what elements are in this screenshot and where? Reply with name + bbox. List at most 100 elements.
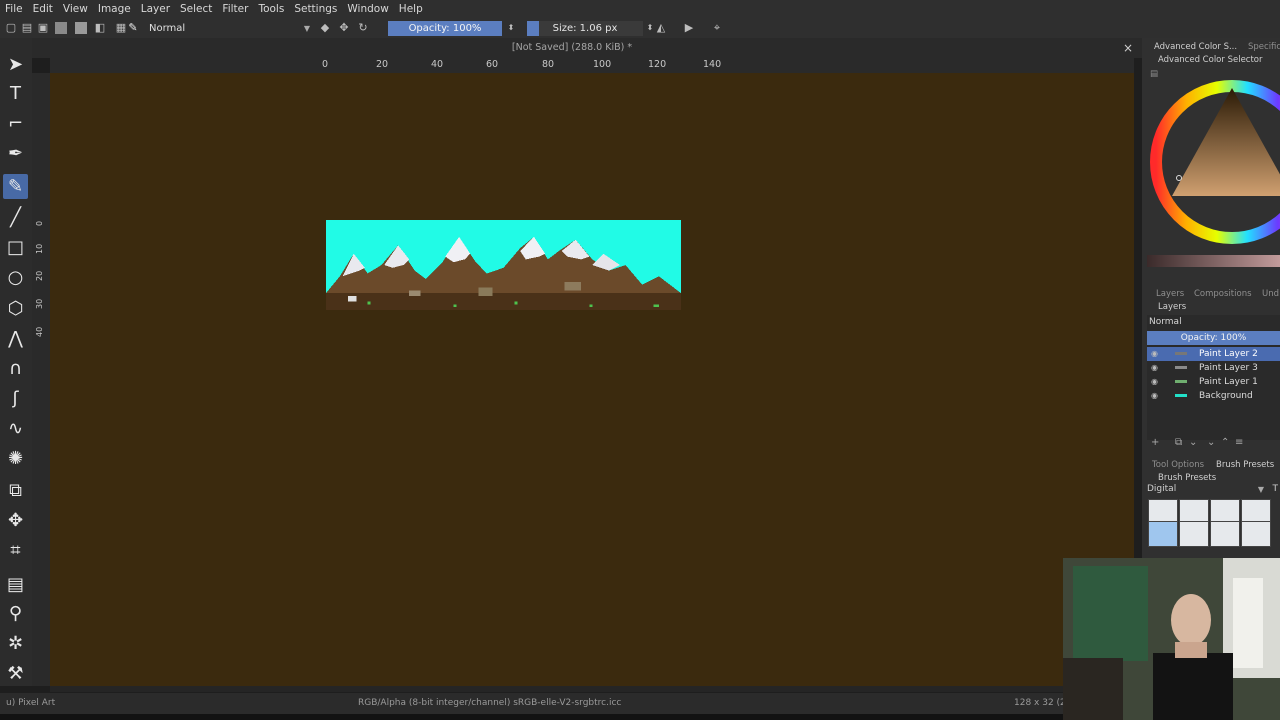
layer-row-paint-layer-3[interactable]: ◉ Paint Layer 3 bbox=[1147, 361, 1280, 375]
color-wheel[interactable] bbox=[1146, 70, 1280, 250]
close-icon[interactable]: × bbox=[1120, 40, 1136, 56]
edit-shapes-tool-icon[interactable]: ⌐ bbox=[3, 111, 28, 136]
layer-thumbnail bbox=[1175, 380, 1187, 383]
rectangle-tool-icon[interactable]: □ bbox=[3, 235, 28, 260]
eye-icon[interactable]: ◉ bbox=[1151, 375, 1158, 389]
crop-tool-icon[interactable]: ⌗ bbox=[3, 538, 28, 563]
polygon-tool-icon[interactable]: ⬡ bbox=[3, 296, 28, 321]
layer-name: Paint Layer 2 bbox=[1199, 349, 1258, 359]
canvas-area[interactable] bbox=[50, 73, 1134, 686]
tab-layers[interactable]: Layers bbox=[1156, 289, 1184, 299]
text-tool-icon[interactable]: T bbox=[3, 81, 28, 106]
layer-opacity-slider[interactable]: Opacity: 100% bbox=[1147, 331, 1280, 345]
ruler-tick-label: 80 bbox=[542, 59, 555, 70]
menu-tools[interactable]: Tools bbox=[253, 0, 289, 19]
freehand-brush-tool-icon[interactable]: ✎ bbox=[3, 174, 28, 199]
add-layer-icon[interactable]: + bbox=[1151, 437, 1159, 448]
move-layer-up-icon[interactable]: ⌃ bbox=[1221, 437, 1229, 448]
layers-panel-title: Layers bbox=[1158, 302, 1187, 312]
tab-advanced-color-selector[interactable]: Advanced Color S... bbox=[1154, 42, 1237, 52]
eye-icon[interactable]: ◉ bbox=[1151, 361, 1158, 375]
menu-select[interactable]: Select bbox=[175, 0, 217, 19]
layer-menu-icon[interactable]: ≡ bbox=[1235, 437, 1243, 448]
menu-image[interactable]: Image bbox=[93, 0, 136, 19]
opacity-slider[interactable]: Opacity: 100% bbox=[388, 21, 502, 36]
layer-row-background[interactable]: ◉ Background bbox=[1147, 389, 1280, 403]
brush-size-slider[interactable]: Size: 1.06 px bbox=[527, 21, 643, 36]
brush-tag-filter[interactable]: T bbox=[1273, 483, 1279, 496]
polyline-tool-icon[interactable]: ⋀ bbox=[3, 326, 28, 351]
line-tool-icon[interactable]: ╱ bbox=[3, 205, 28, 230]
ruler-tick-label: 60 bbox=[486, 59, 499, 70]
pattern-swatch-icon[interactable] bbox=[75, 22, 87, 34]
calligraphy-tool-icon[interactable]: ✒ bbox=[3, 141, 28, 166]
fg-bg-color-icon[interactable]: ◧ bbox=[93, 21, 107, 35]
menu-bar: File Edit View Image Layer Select Filter… bbox=[0, 0, 1280, 19]
dynamic-brush-tool-icon[interactable]: ∿ bbox=[3, 416, 28, 441]
menu-edit[interactable]: Edit bbox=[28, 0, 58, 19]
ruler-tick-label: 10 bbox=[35, 243, 44, 254]
status-image-size: 128 x 32 (2 bbox=[1014, 698, 1066, 708]
chevron-down-icon: ▼ bbox=[303, 24, 310, 33]
tab-tool-options[interactable]: Tool Options bbox=[1152, 460, 1204, 470]
eye-icon[interactable]: ◉ bbox=[1151, 347, 1158, 361]
webcam-overlay bbox=[1063, 558, 1280, 720]
transform-tool-icon[interactable]: ⧉ bbox=[3, 478, 28, 503]
menu-window[interactable]: Window bbox=[342, 0, 393, 19]
wrap-around-icon[interactable]: ⌖ bbox=[710, 21, 724, 35]
select-shapes-tool-icon[interactable]: ➤ bbox=[3, 52, 28, 77]
brush-preset-thumbnail[interactable] bbox=[1241, 521, 1271, 547]
brush-preset-thumbnail[interactable] bbox=[1179, 521, 1209, 547]
horizontal-ruler: 0 20 40 60 80 100 120 140 bbox=[50, 58, 1134, 73]
ellipse-tool-icon[interactable]: ○ bbox=[3, 265, 28, 290]
multibrush-tool-icon[interactable]: ✺ bbox=[3, 446, 28, 471]
menu-settings[interactable]: Settings bbox=[289, 0, 342, 19]
mirror-horizontal-icon[interactable]: ◭ bbox=[654, 21, 668, 35]
duplicate-layer-icon[interactable]: ⧉ bbox=[1175, 437, 1182, 448]
layer-buttons: + ⧉ ⌄ ⌄ ⌃ ≡ bbox=[1147, 437, 1280, 451]
brush-size-value: Size: 1.06 px bbox=[552, 23, 618, 34]
status-brush-name[interactable]: u) Pixel Art bbox=[6, 693, 55, 714]
eye-icon[interactable]: ◉ bbox=[1151, 389, 1158, 403]
preserve-alpha-icon[interactable]: ✥ bbox=[337, 21, 351, 35]
brush-preset-thumbnail[interactable] bbox=[1210, 521, 1240, 547]
new-document-icon[interactable]: ▢ bbox=[4, 21, 18, 35]
measure-tool-icon[interactable]: ⚒ bbox=[3, 661, 28, 686]
menu-file[interactable]: File bbox=[0, 0, 28, 19]
opacity-spin-icon[interactable]: ⬍ bbox=[504, 21, 518, 35]
pixel-art-image[interactable] bbox=[326, 220, 681, 310]
move-tool-icon[interactable]: ✥ bbox=[3, 508, 28, 533]
reload-preset-icon[interactable]: ↻ bbox=[356, 21, 370, 35]
save-document-icon[interactable]: ▣ bbox=[36, 21, 50, 35]
gradient-tool-icon[interactable]: ▤ bbox=[3, 572, 28, 597]
menu-layer[interactable]: Layer bbox=[136, 0, 175, 19]
mirror-vertical-icon[interactable]: ▶ bbox=[682, 21, 696, 35]
layer-name: Paint Layer 1 bbox=[1199, 377, 1258, 387]
assistant-tool-icon[interactable]: ✲ bbox=[3, 631, 28, 656]
blend-mode-value: Normal bbox=[149, 23, 186, 34]
color-picker-tool-icon[interactable]: ⚲ bbox=[3, 601, 28, 626]
layer-row-paint-layer-2[interactable]: ◉ Paint Layer 2 bbox=[1147, 347, 1280, 361]
freehand-path-tool-icon[interactable]: ʃ bbox=[3, 386, 28, 411]
layer-blend-mode-select[interactable]: Normal bbox=[1147, 315, 1280, 329]
tab-specific-color-selector[interactable]: Specific bbox=[1248, 42, 1280, 52]
horizontal-scrollbar[interactable] bbox=[50, 686, 1142, 692]
brush-preset-thumbnail[interactable] bbox=[1148, 521, 1178, 547]
gradient-swatch-icon[interactable] bbox=[55, 22, 67, 34]
blend-mode-select[interactable]: Normal ▼ bbox=[137, 21, 314, 36]
move-layer-down-icon[interactable]: ⌄ bbox=[1207, 437, 1215, 448]
tab-undo-history[interactable]: Und bbox=[1262, 289, 1279, 299]
color-value-slider[interactable] bbox=[1147, 255, 1280, 267]
menu-view[interactable]: View bbox=[58, 0, 93, 19]
chevron-down-icon: ▼ bbox=[1257, 485, 1264, 494]
eraser-mode-icon[interactable]: ◆ bbox=[318, 21, 332, 35]
menu-help[interactable]: Help bbox=[394, 0, 428, 19]
bezier-tool-icon[interactable]: ∩ bbox=[3, 356, 28, 381]
layer-row-paint-layer-1[interactable]: ◉ Paint Layer 1 bbox=[1147, 375, 1280, 389]
brush-preset-category[interactable]: Digital ▼ T bbox=[1147, 483, 1280, 496]
tab-compositions[interactable]: Compositions bbox=[1194, 289, 1252, 299]
tab-brush-presets[interactable]: Brush Presets bbox=[1216, 460, 1274, 470]
chevron-down-icon[interactable]: ⌄ bbox=[1189, 437, 1197, 448]
open-document-icon[interactable]: ▤ bbox=[20, 21, 34, 35]
menu-filter[interactable]: Filter bbox=[217, 0, 253, 19]
